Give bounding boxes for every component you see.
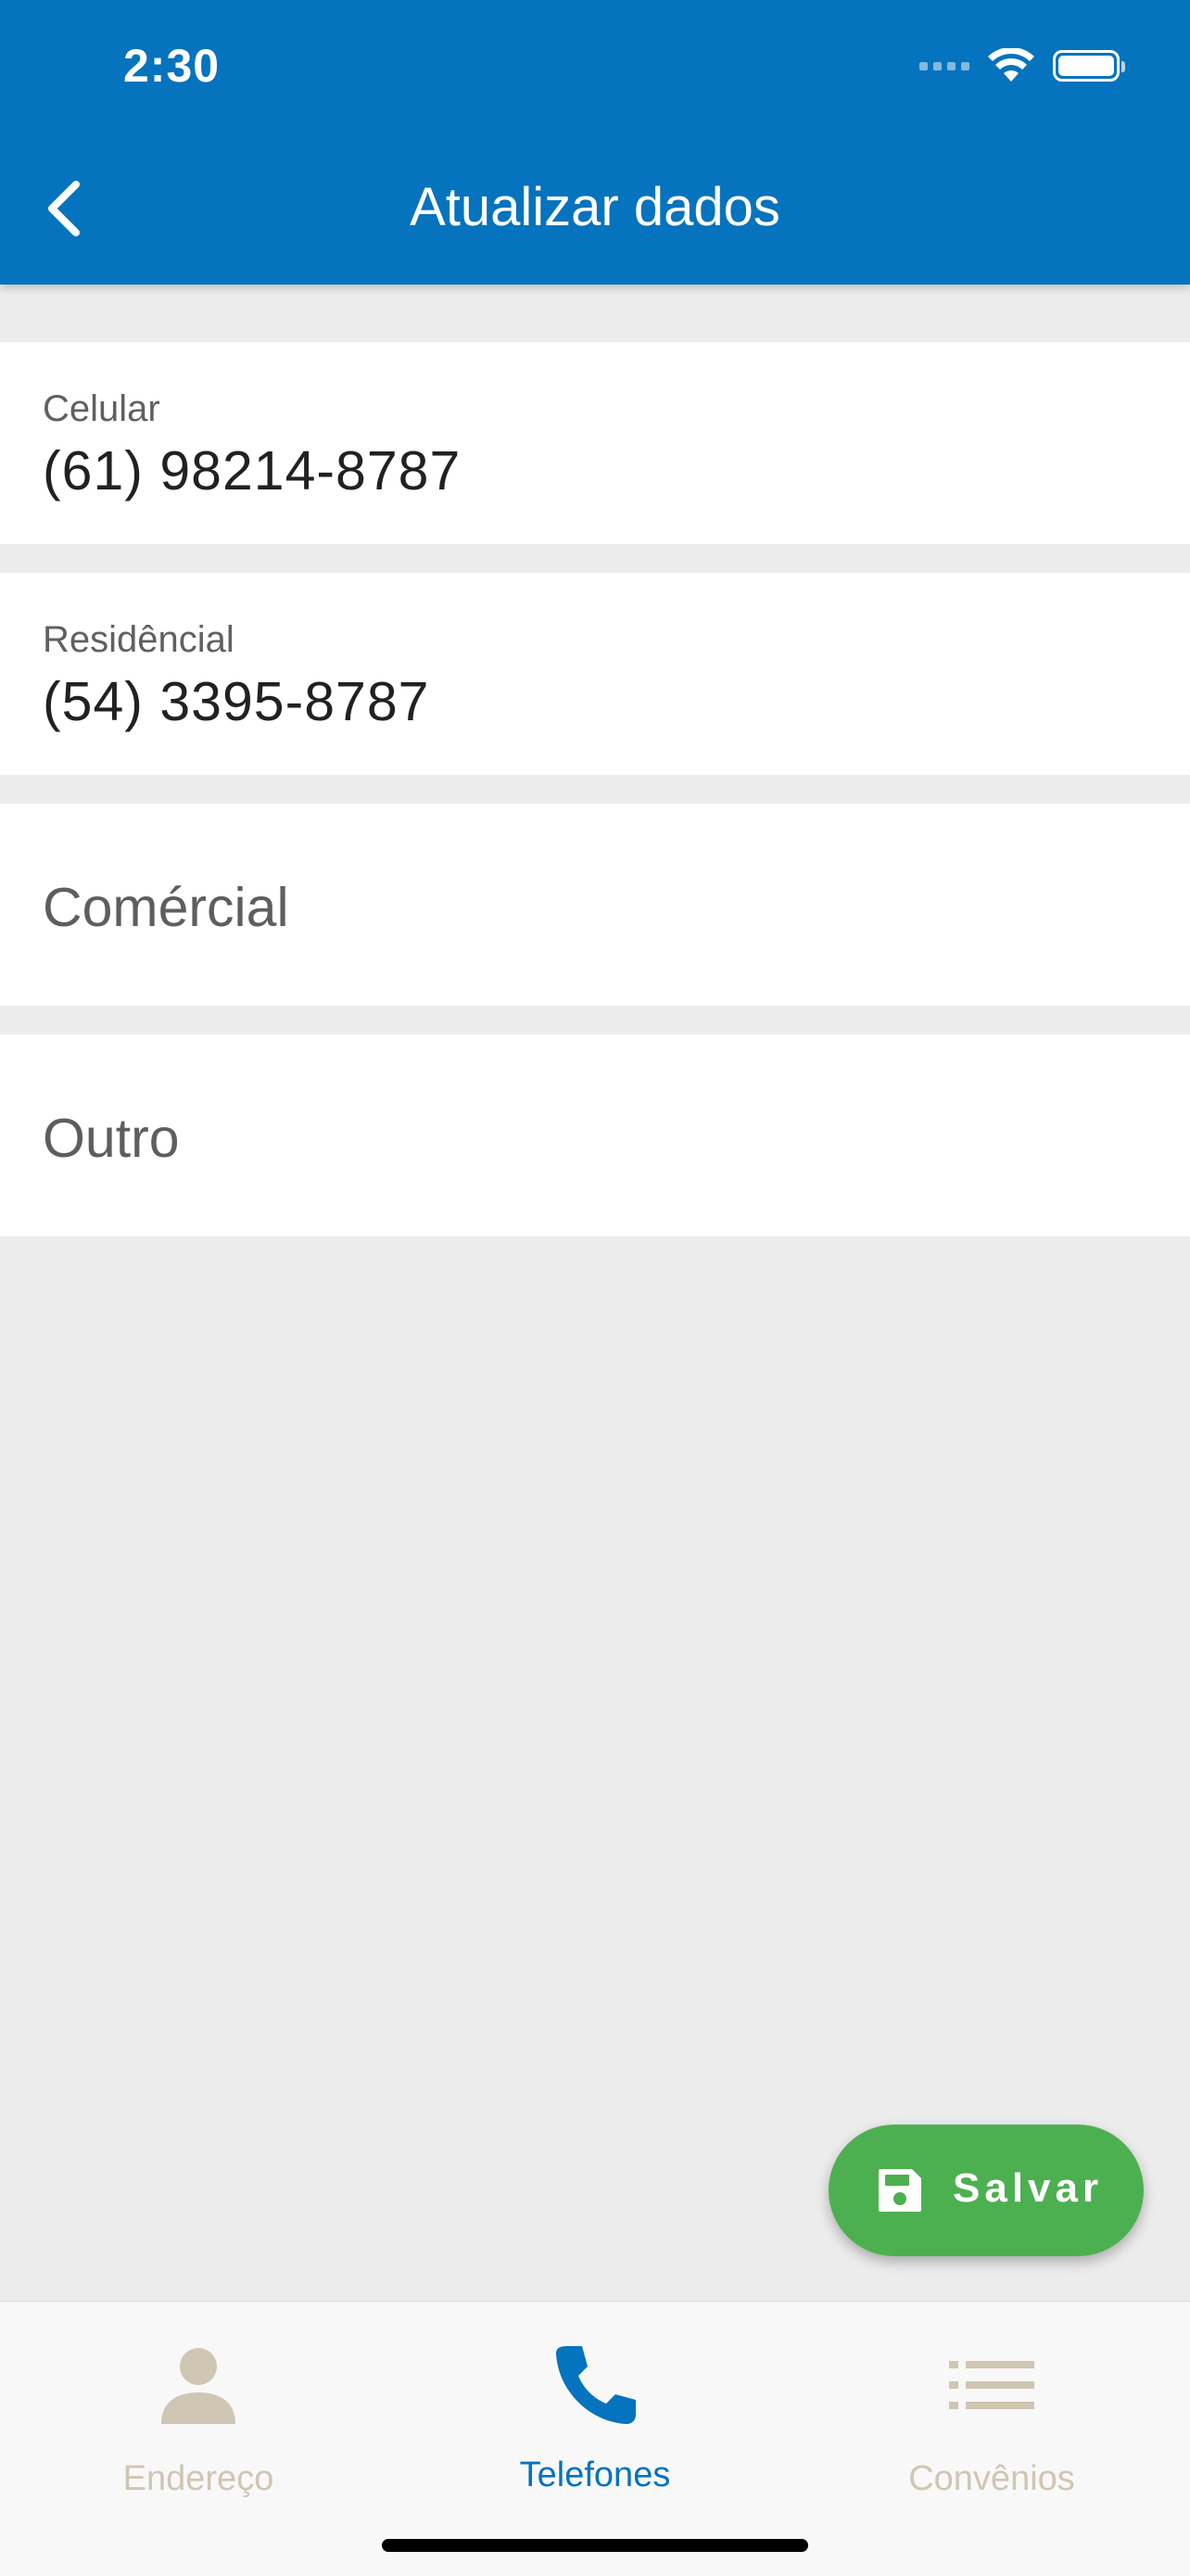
celular-value: (61) 98214-8787	[43, 440, 462, 501]
save-button[interactable]: Salvar	[829, 2125, 1144, 2256]
battery-icon	[1053, 50, 1125, 82]
tab-convenios-label: Convênios	[908, 2459, 1075, 2498]
save-icon	[879, 2169, 921, 2212]
list-icon	[949, 2361, 1034, 2409]
app-header: 2:30 Atualizar dados	[0, 0, 1190, 285]
tab-endereco[interactable]: Endereço	[0, 2302, 397, 2515]
person-icon	[161, 2348, 235, 2424]
outro-field[interactable]: Outro	[0, 1034, 1190, 1237]
wifi-icon	[988, 48, 1034, 82]
comercial-placeholder: Comércial	[43, 877, 289, 938]
home-indicator	[382, 2539, 808, 2552]
residencial-label: Residêncial	[43, 619, 234, 660]
comercial-field[interactable]: Comércial	[0, 804, 1190, 1006]
status-indicators	[919, 48, 1125, 83]
celular-label: Celular	[43, 388, 160, 429]
tab-telefones-label: Telefones	[519, 2455, 671, 2494]
bottom-tab-bar: Endereço Telefones Convênios	[0, 2301, 1190, 2576]
residencial-value: (54) 3395-8787	[43, 671, 430, 732]
save-button-label: Salvar	[953, 2165, 1104, 2211]
celular-field[interactable]: Celular (61) 98214-8787	[0, 342, 1190, 544]
outro-placeholder: Outro	[43, 1108, 180, 1169]
phone-icon	[556, 2346, 636, 2424]
cellular-signal-icon	[919, 61, 969, 70]
tab-endereco-label: Endereço	[122, 2459, 274, 2498]
tab-convenios[interactable]: Convênios	[793, 2302, 1190, 2515]
status-time: 2:30	[123, 40, 221, 92]
residencial-field[interactable]: Residêncial (54) 3395-8787	[0, 573, 1190, 775]
page-title: Atualizar dados	[410, 177, 780, 237]
tab-telefones[interactable]: Telefones	[397, 2302, 793, 2515]
